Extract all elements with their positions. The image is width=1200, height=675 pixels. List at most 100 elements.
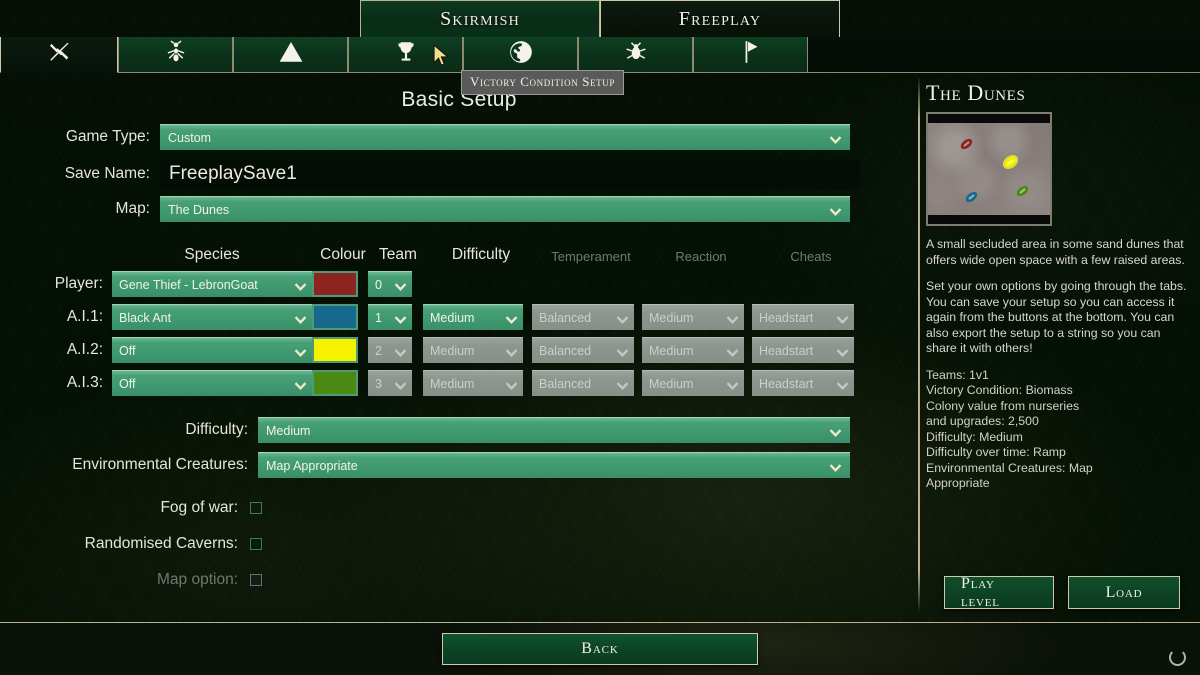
temperament-dropdown-value: Balanced [539,343,592,358]
save-name-label: Save Name: [64,165,150,182]
tab-basic-setup[interactable] [0,37,118,73]
map-action-buttons: Play level Load [944,575,1180,610]
main-tab-bar: Skirmish Freeplay [0,0,1200,38]
tab-hazards[interactable] [233,37,348,73]
map-description: A small secluded area in some sand dunes… [926,237,1185,267]
difficulty-dropdown-value: Medium [430,376,475,391]
map-info-panel: The Dunes A small secluded area in some … [926,80,1192,615]
species-value: Gene Thief - LebronGoat [119,277,258,292]
map-option-checkbox [250,574,262,586]
chevron-down-icon [294,379,307,390]
player-row: Player: Gene Thief - LebronGoat 0 [0,271,918,297]
load-label: Load [1105,583,1143,601]
difficulty-dropdown: Medium [423,370,523,396]
colour-swatch[interactable] [312,271,358,297]
species-dropdown[interactable]: Off [112,370,312,396]
field-save-name: Save Name: FreeplaySave1 [0,159,918,189]
cheats-dropdown-value: Headstart [759,376,814,391]
chevron-down-icon [836,346,849,357]
chevron-down-icon [294,280,307,291]
difficulty-value: Medium [266,423,311,438]
map-thumbnail[interactable] [926,112,1052,226]
environmental-creatures-dropdown[interactable]: Map Appropriate [258,452,850,478]
player-grid-rows: Player: Gene Thief - LebronGoat 0 A.I.1: Bla… [0,271,918,396]
colour-swatch[interactable] [312,370,358,396]
temperament-dropdown-value: Balanced [539,376,592,391]
reaction-dropdown-value: Medium [649,310,694,325]
player-row-label: A.I.2: [66,341,103,358]
map-dropdown[interactable]: The Dunes [160,196,850,222]
field-map-option: Map option: [0,571,918,589]
chevron-down-icon [294,346,307,357]
tab-freeplay-label: Freeplay [678,7,762,30]
column-cheats: Cheats [790,249,832,264]
field-game-type: Game Type: Custom [0,124,918,150]
tab-species[interactable] [118,37,233,73]
column-team: Team [379,246,417,263]
column-colour: Colour [320,246,366,263]
team-dropdown: 2 [368,337,412,363]
team-dropdown[interactable]: 0 [368,271,412,297]
player-row: A.I.2: Off 2 Medium Balanced Medium Headstart [0,337,918,363]
warning-triangle-icon [278,39,304,70]
play-level-button[interactable]: Play level [944,575,1054,610]
temperament-dropdown: Balanced [532,337,634,363]
field-map: Map: The Dunes [0,196,918,222]
temperament-dropdown: Balanced [532,370,634,396]
tab-world[interactable] [463,37,578,73]
difficulty-label: Difficulty: [185,421,248,438]
flag-icon [738,39,764,70]
trophy-icon [393,39,419,70]
chevron-down-icon [726,379,739,390]
tab-skirmish-label: Skirmish [440,7,520,30]
environmental-creatures-value: Map Appropriate [266,458,358,473]
game-type-dropdown[interactable]: Custom [160,124,850,150]
chevron-down-icon [394,313,407,324]
environmental-creatures-label: Environmental Creatures: [72,456,248,473]
save-name-input[interactable]: FreeplaySave1 [160,159,860,189]
field-randomised-caverns: Randomised Caverns: [0,535,918,553]
team-value: 1 [375,310,382,325]
reaction-dropdown-value: Medium [649,376,694,391]
setup-instructions: Set your own options by going through th… [926,279,1187,355]
back-button[interactable]: Back [442,633,758,665]
team-dropdown: 3 [368,370,412,396]
species-dropdown[interactable]: Black Ant [112,304,312,330]
team-value: 3 [375,376,382,391]
chevron-down-icon [394,280,407,291]
tooltip-victory-condition-setup: Victory Condition Setup [461,70,624,95]
cheats-dropdown: Headstart [752,337,854,363]
chevron-down-icon [616,313,629,324]
colour-swatch[interactable] [312,337,358,363]
tab-victory-condition[interactable] [348,37,463,73]
difficulty-dropdown-value: Medium [430,343,475,358]
team-dropdown[interactable]: 1 [368,304,412,330]
player-grid-header: Species Colour Team Difficulty Temperame… [0,242,918,264]
load-button[interactable]: Load [1068,576,1180,609]
tab-creatures[interactable] [578,37,693,73]
save-name-value: FreeplaySave1 [169,163,297,184]
team-value: 0 [375,277,382,292]
tab-freeplay[interactable]: Freeplay [600,0,840,37]
species-dropdown[interactable]: Off [112,337,312,363]
chevron-down-icon [836,313,849,324]
species-dropdown[interactable]: Gene Thief - LebronGoat [112,271,312,297]
difficulty-dropdown[interactable]: Medium [423,304,523,330]
chevron-down-icon [294,313,307,324]
tab-skirmish[interactable]: Skirmish [360,0,600,37]
chevron-down-icon [394,346,407,357]
cheats-dropdown-value: Headstart [759,343,814,358]
difficulty-dropdown[interactable]: Medium [258,417,850,443]
field-fog-of-war: Fog of war: [0,499,918,517]
colour-swatch[interactable] [312,304,358,330]
fog-of-war-checkbox[interactable] [250,502,262,514]
player-row-label: A.I.1: [66,308,103,325]
randomised-caverns-checkbox[interactable] [250,538,262,550]
chevron-down-icon [616,379,629,390]
cheats-dropdown: Headstart [752,304,854,330]
player-row: A.I.1: Black Ant 1 Medium Balanced Medium Head… [0,304,918,330]
map-stats: Teams: 1v1 Victory Condition: Biomass Co… [926,367,1093,491]
map-title: The Dunes [926,80,1026,105]
chevron-down-icon [829,133,842,144]
tab-objectives[interactable] [693,37,808,73]
